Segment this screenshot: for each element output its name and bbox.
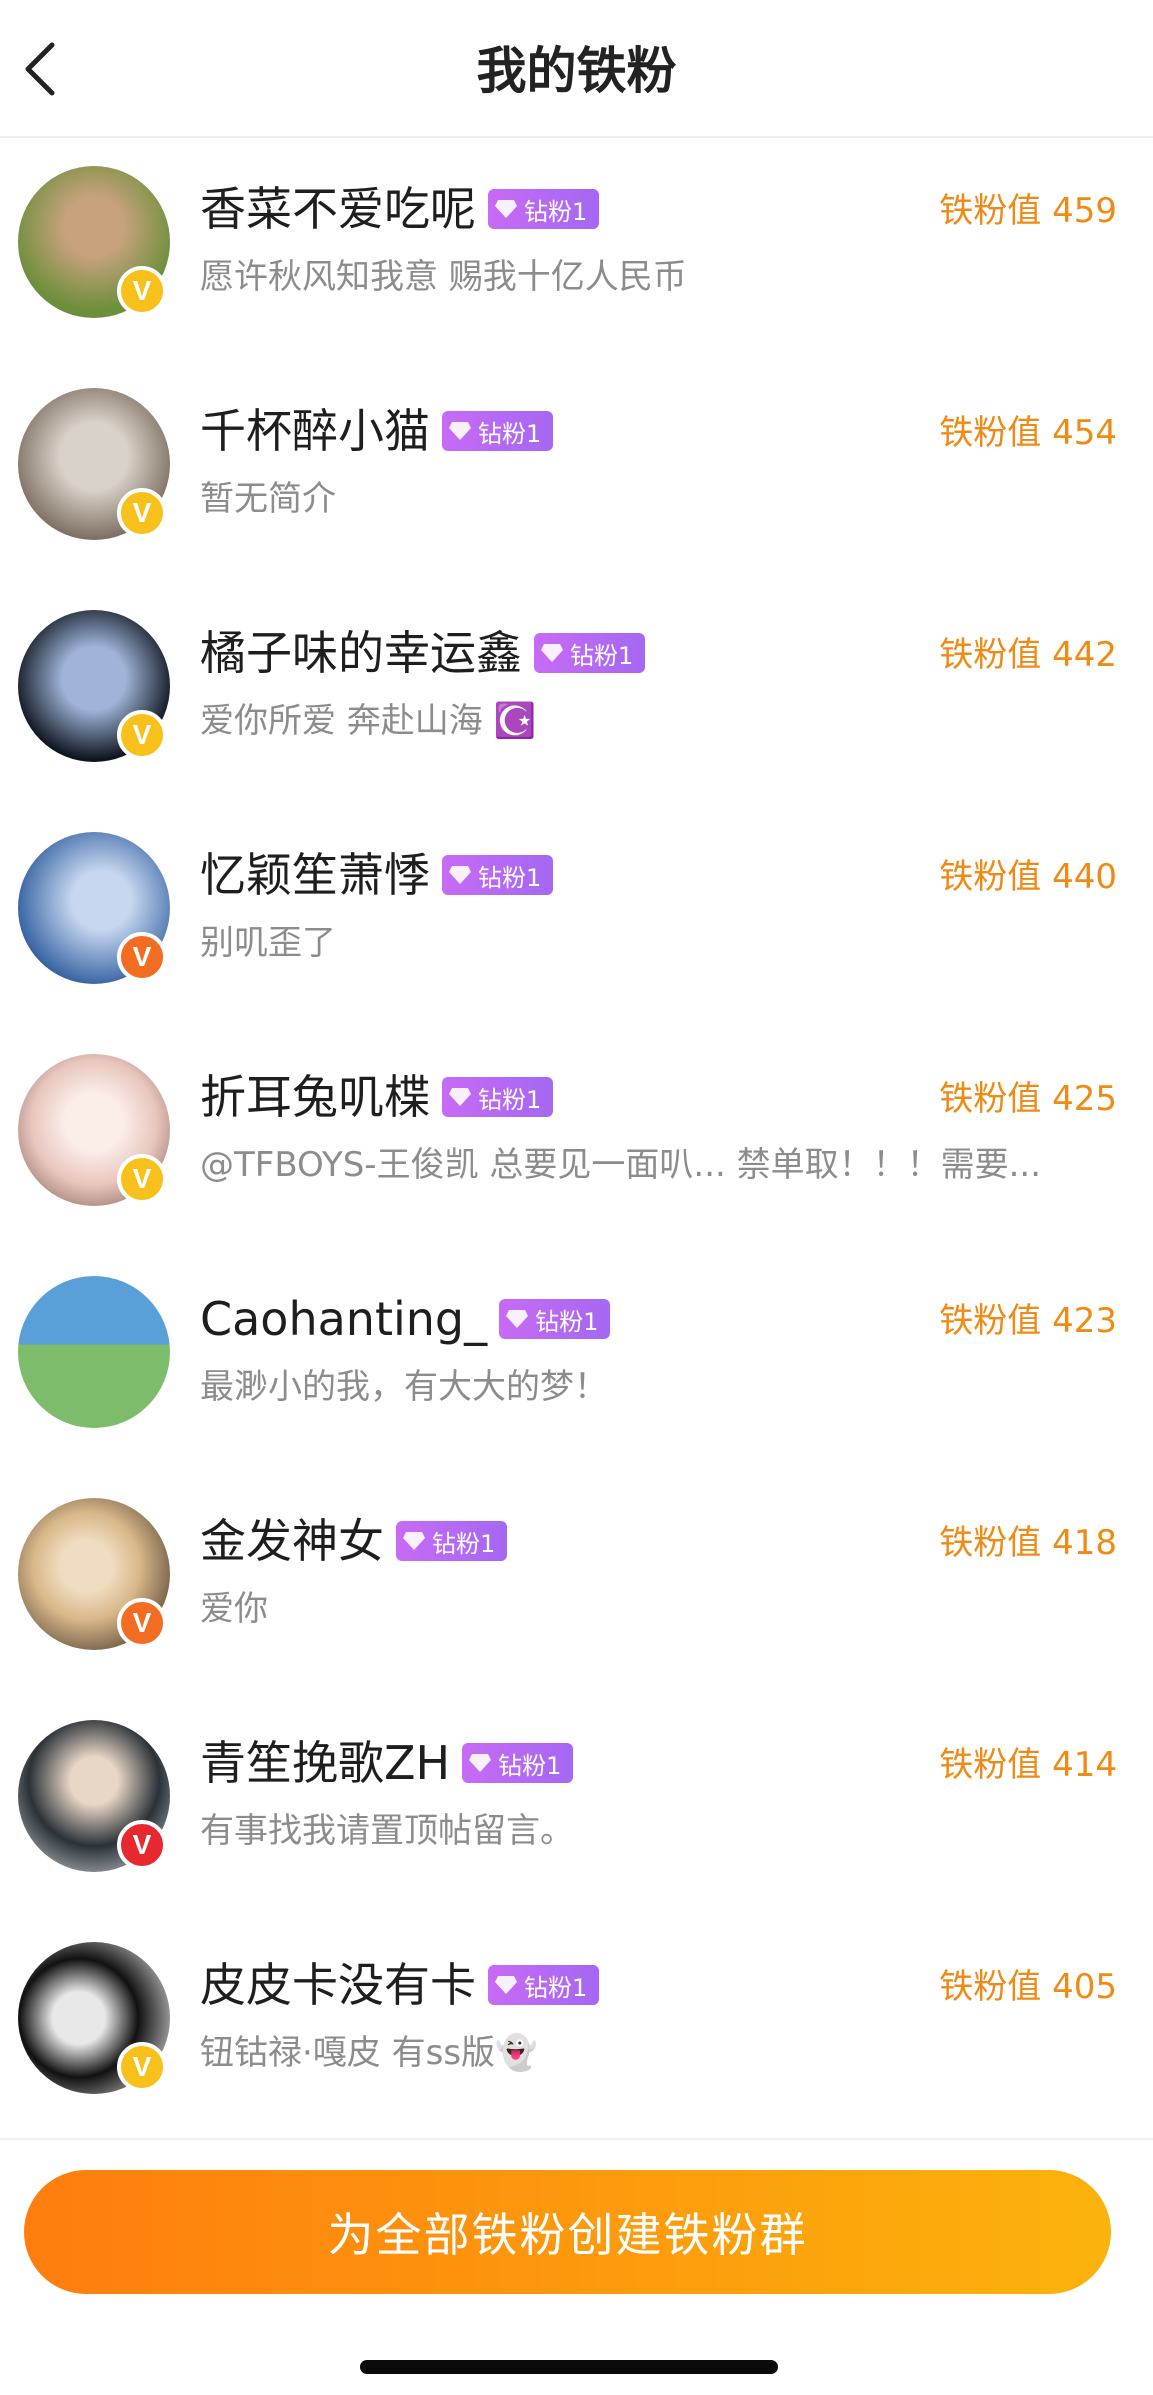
diamond-icon: [448, 1087, 472, 1107]
fan-level-tag: 钻粉1: [396, 1521, 508, 1561]
fan-row[interactable]: V 忆颖笙萧悸 钻粉1 别叽歪了 铁粉值 440: [0, 804, 1153, 1026]
verified-badge-icon: V: [117, 1598, 167, 1648]
fan-level-tag: 钻粉1: [442, 855, 554, 895]
page: 我的铁粉 V 香菜不爱吃呢 钻粉1 愿许秋风知我意 赐我十亿人民币 铁粉值 45…: [0, 0, 1153, 2395]
fan-score: 铁粉值 405: [939, 1967, 1117, 2007]
fan-score: 铁粉值 440: [939, 857, 1117, 897]
fan-level-tag: 钻粉1: [442, 1077, 554, 1117]
fan-score: 铁粉值 418: [939, 1523, 1117, 1563]
fan-name[interactable]: 金发神女: [200, 1510, 384, 1572]
avatar[interactable]: [18, 1276, 170, 1428]
fan-list: V 香菜不爱吃呢 钻粉1 愿许秋风知我意 赐我十亿人民币 铁粉值 459 V 千…: [0, 138, 1153, 2136]
verified-badge-icon: V: [117, 710, 167, 760]
verified-badge-icon: V: [117, 2042, 167, 2092]
fan-level-tag: 钻粉1: [488, 189, 600, 229]
fan-score: 铁粉值 442: [939, 635, 1117, 675]
fan-score: 铁粉值 425: [939, 1079, 1117, 1119]
diamond-icon: [494, 1975, 518, 1995]
fan-bio: 暂无简介: [200, 479, 336, 519]
fan-level-tag: 钻粉1: [499, 1299, 611, 1339]
fan-bio: 最渺小的我，有大大的梦！: [200, 1367, 608, 1407]
diamond-icon: [402, 1531, 426, 1551]
fan-name[interactable]: 皮皮卡没有卡: [200, 1954, 476, 2016]
fan-row[interactable]: V 皮皮卡没有卡 钻粉1 钮钴禄·嘎皮 有ss版👻 铁粉值 405: [0, 1914, 1153, 2136]
fan-bio: @TFBOYS-王俊凯 总要见一面叭... 禁单取！！！需要...: [200, 1145, 1042, 1185]
diamond-icon: [448, 865, 472, 885]
diamond-icon: [540, 643, 564, 663]
fan-bio: 愿许秋风知我意 赐我十亿人民币: [200, 257, 687, 297]
home-indicator: [360, 2360, 778, 2374]
fan-row[interactable]: V 千杯醉小猫 钻粉1 暂无简介 铁粉值 454: [0, 360, 1153, 582]
create-fan-group-button[interactable]: 为全部铁粉创建铁粉群: [24, 2170, 1111, 2294]
fan-score: 铁粉值 414: [939, 1745, 1117, 1785]
fan-level-tag: 钻粉1: [534, 633, 646, 673]
fan-score: 铁粉值 459: [939, 191, 1117, 231]
fan-level-tag: 钻粉1: [442, 411, 554, 451]
fan-row[interactable]: Caohanting_ 钻粉1 最渺小的我，有大大的梦！ 铁粉值 423: [0, 1248, 1153, 1470]
fan-name[interactable]: 折耳兔叽楪: [200, 1066, 430, 1128]
fan-row[interactable]: V 折耳兔叽楪 钻粉1 @TFBOYS-王俊凯 总要见一面叭... 禁单取！！！…: [0, 1026, 1153, 1248]
diamond-icon: [468, 1753, 492, 1773]
fan-row[interactable]: V 青笙挽歌ZH 钻粉1 有事找我请置顶帖留言。 铁粉值 414: [0, 1692, 1153, 1914]
fan-row[interactable]: V 橘子味的幸运鑫 钻粉1 爱你所爱 奔赴山海 ☪️ 铁粉值 442: [0, 582, 1153, 804]
diamond-icon: [494, 199, 518, 219]
fan-level-tag: 钻粉1: [488, 1965, 600, 2005]
fan-score: 铁粉值 423: [939, 1301, 1117, 1341]
fan-bio: 钮钴禄·嘎皮 有ss版👻: [200, 2033, 538, 2073]
page-title: 我的铁粉: [476, 42, 677, 100]
fan-bio: 爱你所爱 奔赴山海 ☪️: [200, 701, 536, 741]
fan-name[interactable]: Caohanting_: [200, 1288, 487, 1350]
header-bar: 我的铁粉: [0, 0, 1153, 138]
diamond-icon: [448, 421, 472, 441]
fan-row[interactable]: V 金发神女 钻粉1 爱你 铁粉值 418: [0, 1470, 1153, 1692]
verified-badge-icon: V: [117, 1154, 167, 1204]
fan-row[interactable]: V 香菜不爱吃呢 钻粉1 愿许秋风知我意 赐我十亿人民币 铁粉值 459: [0, 138, 1153, 360]
fan-name[interactable]: 橘子味的幸运鑫: [200, 622, 522, 684]
fan-name[interactable]: 青笙挽歌ZH: [200, 1732, 450, 1794]
verified-badge-icon: V: [117, 1820, 167, 1870]
fan-score: 铁粉值 454: [939, 413, 1117, 453]
fan-name[interactable]: 千杯醉小猫: [200, 400, 430, 462]
fan-level-tag: 钻粉1: [462, 1743, 574, 1783]
fan-bio: 有事找我请置顶帖留言。: [200, 1811, 574, 1851]
fan-name[interactable]: 忆颖笙萧悸: [200, 844, 430, 906]
verified-badge-icon: V: [117, 266, 167, 316]
verified-badge-icon: V: [117, 932, 167, 982]
fan-bio: 爱你: [200, 1589, 268, 1629]
verified-badge-icon: V: [117, 488, 167, 538]
fan-bio: 别叽歪了: [200, 923, 336, 963]
fan-name[interactable]: 香菜不爱吃呢: [200, 178, 476, 240]
diamond-icon: [505, 1309, 529, 1329]
bottom-action-bar: 为全部铁粉创建铁粉群: [0, 2138, 1153, 2395]
